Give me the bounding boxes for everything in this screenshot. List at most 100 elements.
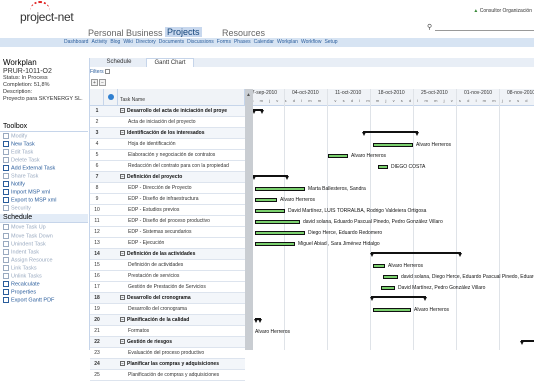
task-name[interactable]: Definición de actividades	[118, 260, 245, 271]
task-name[interactable]: EDP - Dirección de Proyecto	[118, 183, 245, 194]
tab-resources[interactable]: Resources	[222, 28, 265, 38]
task-name[interactable]: − Definición de las actividades	[118, 249, 245, 260]
task-name[interactable]: Gestión de Prestación de Servicios	[118, 282, 245, 293]
subnav-blog[interactable]: Blog	[110, 39, 120, 45]
task-bar[interactable]	[373, 143, 413, 147]
collapse-icon[interactable]: −	[120, 130, 125, 136]
table-row[interactable]: 4 Hoja de identificación	[90, 139, 245, 150]
table-row[interactable]: 16 Prestación de servicios	[90, 271, 245, 282]
table-row[interactable]: 22 − Gestión de riesgos	[90, 337, 245, 348]
tab-business[interactable]: Business	[126, 28, 163, 38]
task-bar[interactable]	[383, 275, 398, 279]
table-row[interactable]: 7 − Definición del proyecto	[90, 172, 245, 183]
table-row[interactable]: 17 Gestión de Prestación de Servicios	[90, 282, 245, 293]
task-bar[interactable]	[255, 198, 277, 202]
collapse-icon[interactable]: −	[120, 108, 125, 114]
task-name[interactable]: − Planificación de la calidad	[118, 315, 245, 326]
table-row[interactable]: 24 − Planificar las compras y adquisicione…	[90, 359, 245, 370]
summary-bar[interactable]	[254, 318, 262, 323]
subnav-documents[interactable]: Documents	[159, 39, 184, 45]
summary-bar[interactable]	[253, 109, 264, 114]
tool-export-gantt-pdf[interactable]: Export Gantt PDF	[3, 296, 85, 305]
subnav-dashboard[interactable]: Dashboard	[64, 39, 88, 45]
task-bar[interactable]	[378, 165, 388, 169]
table-row[interactable]: 19 Desarrollo del cronograma	[90, 304, 245, 315]
tab-personal[interactable]: Personal	[88, 28, 124, 38]
scroll-up-icon[interactable]: ▲	[246, 92, 251, 98]
table-row[interactable]: 9 EDP - Diseño de infraestructura	[90, 194, 245, 205]
subnav-workplan[interactable]: Workplan	[277, 39, 298, 45]
task-bar[interactable]	[373, 308, 411, 312]
task-name[interactable]: − Identificación de los interesados	[118, 128, 245, 139]
task-name[interactable]: Acta de iniciación del proyecto	[118, 117, 245, 128]
task-name[interactable]: Elaboración y negociación de contratos	[118, 150, 245, 161]
collapse-icon[interactable]: −	[120, 295, 125, 301]
table-row[interactable]: 20 − Planificación de la calidad	[90, 315, 245, 326]
tool-add-external-task[interactable]: Add External Task	[3, 165, 85, 173]
task-name[interactable]: Hoja de identificación	[118, 139, 245, 150]
task-name[interactable]: − Planificar las compras y adquisiciones	[118, 359, 245, 370]
task-name[interactable]: Desarrollo del cronograma	[118, 304, 245, 315]
subnav-wiki[interactable]: Wiki	[123, 39, 132, 45]
table-row[interactable]: 8 EDP - Dirección de Proyecto	[90, 183, 245, 194]
brand-logo[interactable]: project-net	[20, 1, 74, 24]
subnav-calendar[interactable]: Calendar	[254, 39, 274, 45]
task-name[interactable]: EDP - Diseño de infraestructura	[118, 194, 245, 205]
table-row[interactable]: 3 − Identificación de los interesados	[90, 128, 245, 139]
zoom-in-icon[interactable]: +	[91, 79, 98, 86]
tool-properties[interactable]: Properties	[3, 288, 85, 297]
tab-schedule[interactable]: Schedule	[98, 58, 140, 67]
task-name[interactable]: EDP - Estudios previos	[118, 205, 245, 216]
tab-projects[interactable]: Projects	[165, 27, 202, 37]
user-menu[interactable]: ▲ Consultor Organización	[473, 8, 532, 14]
tool-export-to-msp-xml[interactable]: Export to MSP xml	[3, 197, 85, 205]
task-bar[interactable]	[255, 187, 305, 191]
task-name[interactable]: − Desarrollo del acta de iniciación del p…	[118, 106, 245, 117]
subnav-forms[interactable]: Forms	[217, 39, 231, 45]
task-bar[interactable]	[373, 264, 385, 268]
subnav-setup[interactable]: Setup	[324, 39, 337, 45]
table-row[interactable]: 12 EDP - Sistemas secundarios	[90, 227, 245, 238]
task-name[interactable]: Formatos	[118, 326, 245, 337]
task-bar[interactable]	[255, 242, 295, 246]
collapse-icon[interactable]: −	[120, 174, 125, 180]
table-row[interactable]: 13 EDP - Ejecución	[90, 238, 245, 249]
filters-dropdown[interactable]: Filters	[90, 69, 111, 75]
table-row[interactable]: 1 − Desarrollo del acta de iniciación del …	[90, 106, 245, 117]
search-icon[interactable]: ⚲	[427, 23, 432, 31]
table-row[interactable]: 15 Definición de actividades	[90, 260, 245, 271]
splitter-handle[interactable]: ▲	[245, 89, 253, 350]
summary-bar[interactable]	[370, 296, 427, 301]
search-input[interactable]	[435, 30, 534, 31]
table-row[interactable]: 14 − Definición de las actividades	[90, 249, 245, 260]
gantt-chart-area[interactable]: 27-sep-2010 04-oct-2010 11-oct-2010 18-oct-…	[253, 89, 534, 350]
tool-new-task[interactable]: New Task	[3, 141, 85, 149]
task-bar[interactable]	[381, 286, 395, 290]
collapse-icon[interactable]: −	[120, 361, 125, 367]
task-name[interactable]: EDP - Diseño del proceso productivo	[118, 216, 245, 227]
summary-bar[interactable]	[253, 175, 289, 180]
task-name[interactable]: − Gestión de riesgos	[118, 337, 245, 348]
summary-bar[interactable]	[520, 340, 534, 345]
table-row[interactable]: 2 Acta de iniciación del proyecto	[90, 117, 245, 128]
subnav-activity[interactable]: Activity	[91, 39, 107, 45]
tool-import-msp-xml[interactable]: Import MSP xml	[3, 189, 85, 197]
collapse-icon[interactable]: −	[120, 251, 125, 257]
table-row[interactable]: 25 Planificación de compras y adquisicion…	[90, 370, 245, 381]
table-row[interactable]: 5 Elaboración y negociación de contratos	[90, 150, 245, 161]
collapse-icon[interactable]: −	[120, 339, 125, 345]
task-bar[interactable]	[255, 209, 285, 213]
tool-notify[interactable]: Notify	[3, 181, 85, 189]
summary-bar[interactable]	[370, 252, 462, 257]
table-row[interactable]: 6 Redacción del contrato para con la prop…	[90, 161, 245, 172]
table-row[interactable]: 21 Formatos	[90, 326, 245, 337]
tab-gantt-chart[interactable]: Gantt Chart	[146, 58, 194, 67]
zoom-out-icon[interactable]: −	[99, 79, 106, 86]
task-name[interactable]: EDP - Sistemas secundarios	[118, 227, 245, 238]
table-row[interactable]: 11 EDP - Diseño del proceso productivo	[90, 216, 245, 227]
task-name[interactable]: EDP - Ejecución	[118, 238, 245, 249]
collapse-icon[interactable]: −	[120, 317, 125, 323]
task-name[interactable]: Planificación de compras y adquisiciones	[118, 370, 245, 381]
tool-recalculate[interactable]: Recalculate	[3, 280, 85, 289]
subnav-directory[interactable]: Directory	[136, 39, 156, 45]
